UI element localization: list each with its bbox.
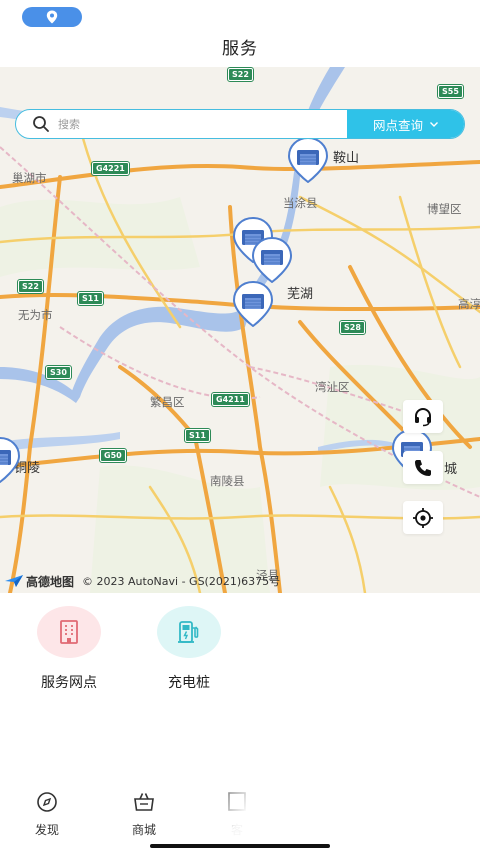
nav-shop[interactable]: 商城 [114,790,174,838]
copyright-text: © 2023 AutoNavi - GS(2021)6375号 [82,575,281,588]
service-center-marker[interactable] [232,280,274,328]
charging-pile-label: 充电桩 [168,675,210,691]
road-shield: S22 [227,67,254,82]
charging-pile-entry[interactable]: 充电桩 [134,606,244,692]
dropdown-label: 网点查询 [372,117,423,133]
service-center-marker[interactable] [251,236,293,284]
locate-button[interactable] [403,501,443,534]
map-label: 城 [444,462,458,477]
service-center-marker[interactable] [287,136,329,184]
map-label: 无为市 [18,308,53,322]
search-icon [33,116,49,132]
road-shield: G50 [99,448,127,463]
map-label: 鞍山 [333,151,360,166]
service-outlets-entry[interactable]: 服务网点 [14,606,124,692]
map-label: 湾沚区 [315,380,350,394]
charging-station-icon [178,621,199,643]
map-label: 当涂县 [283,196,318,210]
map-view[interactable]: 巢湖市 当涂县 博望区 鞍山 芜湖 无为市 湾沚区 高淳 繁昌区 南陵县 铜陵 … [0,67,480,593]
outlet-query-dropdown[interactable]: 网点查询 [347,110,464,138]
nav-label: 发现 [34,823,59,837]
map-label: 巢湖市 [12,171,47,185]
search-bar[interactable]: 网点查询 [15,109,465,139]
road-shield: S30 [45,365,72,380]
road-shield: S55 [437,84,464,99]
call-button[interactable] [403,451,443,484]
charging-pile-circle [157,606,221,658]
road-shield: S28 [339,320,366,335]
nav-discover[interactable]: 发现 [17,790,77,838]
map-label: 芜湖 [287,287,314,302]
road-shield: S11 [77,291,104,306]
location-pill[interactable] [22,7,82,27]
road-shield: S11 [184,428,211,443]
search-input[interactable] [56,110,310,138]
locate-icon [413,507,433,528]
nav-label: 商城 [131,823,156,837]
headset-icon [415,407,431,426]
road-shield: S22 [17,279,44,294]
discover-icon [37,792,57,812]
nav-overlay-fade [210,780,320,850]
customer-service-button[interactable] [403,400,443,433]
service-outlets-label: 服务网点 [41,675,97,691]
service-center-marker[interactable] [0,436,21,484]
road-shield: G4221 [91,161,130,176]
phone-icon [415,459,431,476]
chevron-down-icon [430,122,438,127]
shop-basket-icon [134,793,154,811]
road-shield: G4211 [211,392,250,407]
map-label: 南陵县 [210,474,245,488]
page-title: 服务 [222,39,258,59]
home-indicator [150,844,330,848]
map-label: 繁昌区 [150,395,185,409]
map-attribution: 高德地图 © 2023 AutoNavi - GS(2021)6375号 [4,572,280,590]
map-label: 高淳 [458,297,480,311]
amap-logo-icon [5,575,23,587]
map-label: 博望区 [427,202,462,216]
location-pin-icon [46,10,58,24]
amap-brand: 高德地图 [26,574,75,589]
service-outlets-circle [37,606,101,658]
building-icon [60,620,78,644]
